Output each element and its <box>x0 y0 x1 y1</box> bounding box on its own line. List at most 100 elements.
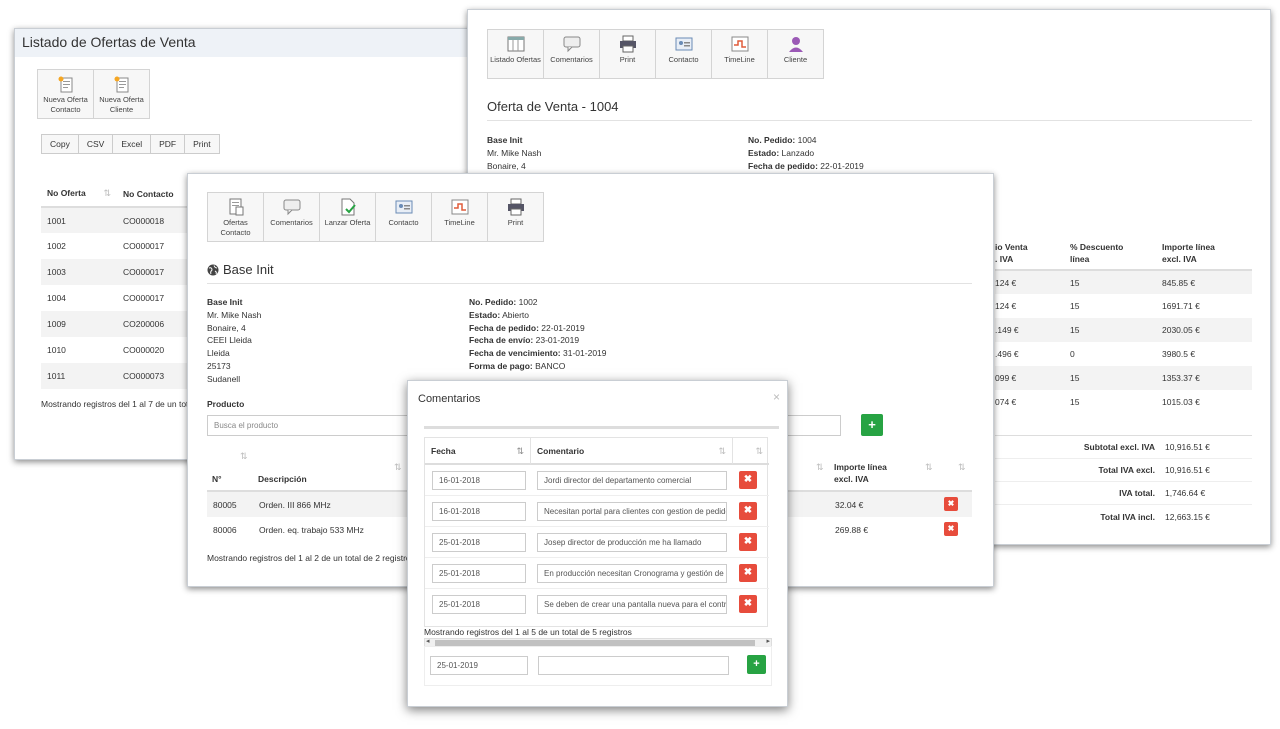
pdf-button[interactable]: PDF <box>151 134 186 154</box>
contact-offers-button[interactable]: Ofertas Contacto <box>207 192 264 242</box>
delete-comment-button[interactable]: ✖ <box>739 502 757 520</box>
contact-address: Base Init Mr. Mike Nash Bonaire, 4 CEEI … <box>207 297 262 384</box>
table-row[interactable]: 099 €15 1353.37 € <box>995 366 1252 390</box>
col-discount[interactable]: % Descuento línea <box>1070 236 1162 270</box>
offer-totals: Subtotal excl. IVA 10,916.51 € Total IVA … <box>995 435 1252 528</box>
comment-text-input[interactable]: Necesitan portal para clientes con gesti… <box>537 502 727 521</box>
sort-icon: ⇅ <box>240 451 248 461</box>
sort-icon: ⇅ <box>718 446 726 456</box>
delete-comment-button[interactable]: ✖ <box>739 471 757 489</box>
table-row[interactable]: 16-01-2018 Jordi director del departamen… <box>425 465 769 496</box>
contact-comments-button[interactable]: Comentarios <box>263 192 320 242</box>
sort-icon: ⇅ <box>394 462 402 472</box>
table-row[interactable]: 25-01-2018 Se deben de crear una pantall… <box>425 589 769 620</box>
contact-lines-footer: Mostrando registros del 1 al 2 de un tot… <box>207 553 415 563</box>
table-row[interactable]: 124 €15 1691.71 € <box>995 294 1252 318</box>
offer-lines-table: io Venta. IVA % Descuento línea Importe l… <box>995 236 1252 414</box>
list-offers-button[interactable]: Listado Ofertas <box>487 29 544 79</box>
sort-icon: ⇅ <box>755 446 763 456</box>
delete-comment-button[interactable]: ✖ <box>739 564 757 582</box>
comment-icon <box>283 199 300 216</box>
delete-comment-button[interactable]: ✖ <box>739 595 757 613</box>
col-desc-header[interactable]: Descripción <box>258 474 307 484</box>
sort-asc-icon: ⇅ <box>103 188 111 198</box>
new-offer-client-button[interactable]: Nueva Oferta Cliente <box>93 69 150 119</box>
comments-footer: Mostrando registros del 1 al 5 de un tot… <box>424 627 632 637</box>
comment-text-input[interactable]: En producción necesitan Cronograma y ges… <box>537 564 727 583</box>
new-comment-text-input[interactable] <box>538 656 729 675</box>
new-comment-date-input[interactable]: 25-01-2019 <box>430 656 528 675</box>
table-row[interactable]: 25-01-2018 En producción necesitan Crono… <box>425 558 769 589</box>
col-importe-header[interactable]: Importe línea excl. IVA <box>834 461 887 485</box>
print-button[interactable]: Print <box>185 134 220 154</box>
add-product-button[interactable]: + <box>861 414 883 436</box>
contact-card-icon <box>675 37 692 51</box>
comment-text-input[interactable]: Se deben de crear una pantalla nueva par… <box>537 595 727 614</box>
comment-date-input[interactable]: 25-01-2018 <box>432 533 526 552</box>
timeline-icon <box>731 36 748 52</box>
table-row[interactable]: .149 €15 2030.05 € <box>995 318 1252 342</box>
offers-icon <box>229 198 243 216</box>
export-buttons: Copy CSV Excel PDF Print <box>41 134 220 154</box>
comments-dialog: Comentarios × Fecha ⇅ Comentario ⇅ ⇅ 16-01… <box>407 380 788 707</box>
add-comment-button[interactable]: + <box>747 655 766 674</box>
new-offer-contact-button[interactable]: Nueva Oferta Contacto <box>37 69 94 119</box>
csv-button[interactable]: CSV <box>78 134 114 154</box>
contact-card-button[interactable]: Contacto <box>375 192 432 242</box>
col-fecha[interactable]: Fecha ⇅ <box>425 438 531 465</box>
globe-icon <box>207 264 219 275</box>
list-title-bar: Listado de Ofertas de Venta <box>15 29 475 57</box>
print-offer-button[interactable]: Print <box>599 29 656 79</box>
contact-print-button[interactable]: Print <box>487 192 544 242</box>
table-row[interactable]: 16-01-2018 Necesitan portal para cliente… <box>425 496 769 527</box>
excel-button[interactable]: Excel <box>113 134 152 154</box>
comment-text-input[interactable]: Josep director de producción me ha llama… <box>537 533 727 552</box>
offer-order-info: No. Pedido: 1004 Estado: Lanzado Fecha d… <box>748 135 864 171</box>
scroll-left-arrow[interactable]: ◂ <box>426 637 430 645</box>
table-row[interactable]: 25-01-2018 Josep director de producción … <box>425 527 769 558</box>
sort-icon: ⇅ <box>958 462 966 472</box>
new-offer-icon <box>114 76 128 93</box>
delete-comment-button[interactable]: ✖ <box>739 533 757 551</box>
list-icon <box>507 36 524 52</box>
delete-line-button[interactable]: ✖ <box>944 522 958 536</box>
col-line-amount[interactable]: Importe línea excl. IVA <box>1162 236 1252 270</box>
table-row[interactable]: 074 €15 1015.03 € <box>995 390 1252 414</box>
delete-line-button[interactable]: ✖ <box>944 497 958 511</box>
offer-toolbar: Listado Ofertas Comentarios Print Contac… <box>487 29 824 79</box>
col-comentario[interactable]: Comentario ⇅ <box>531 438 733 465</box>
printer-icon <box>619 35 636 53</box>
table-row[interactable]: 124 €15 845.85 € <box>995 270 1252 294</box>
new-comment-row: 25-01-2019 + <box>424 646 772 686</box>
table-row[interactable]: .496 €0 3980.5 € <box>995 342 1252 366</box>
col-unit-price[interactable]: io Venta. IVA <box>995 236 1070 270</box>
contact-order-info: No. Pedido: 1002 Estado: Abierto Fecha d… <box>469 297 607 371</box>
contact-toolbar: Ofertas Contacto Comentarios Lanzar Ofer… <box>207 192 544 242</box>
comment-icon <box>563 36 580 53</box>
col-no-oferta[interactable]: No Oferta ⇅ <box>41 181 117 207</box>
contact-button[interactable]: Contacto <box>655 29 712 79</box>
sort-icon: ⇅ <box>816 462 824 472</box>
close-icon[interactable]: × <box>773 390 780 404</box>
contact-title: Base Init <box>207 262 274 277</box>
comment-date-input[interactable]: 25-01-2018 <box>432 595 526 614</box>
offer-address: Base Init Mr. Mike Nash Bonaire, 4 <box>487 135 542 171</box>
printer-icon <box>507 198 524 216</box>
new-offer-icon <box>58 76 72 93</box>
scroll-right-arrow[interactable]: ▸ <box>766 637 770 645</box>
comment-date-input[interactable]: 16-01-2018 <box>432 471 526 490</box>
copy-button[interactable]: Copy <box>41 134 79 154</box>
client-button[interactable]: Cliente <box>767 29 824 79</box>
contact-timeline-button[interactable]: TimeLine <box>431 192 488 242</box>
sort-asc-icon: ⇅ <box>516 446 524 456</box>
timeline-button[interactable]: TimeLine <box>711 29 768 79</box>
timeline-icon <box>451 199 468 215</box>
product-label: Producto <box>207 399 245 409</box>
list-title: Listado de Ofertas de Venta <box>22 34 196 50</box>
list-footer: Mostrando registros del 1 al 7 de un tot… <box>41 399 196 409</box>
comment-date-input[interactable]: 25-01-2018 <box>432 564 526 583</box>
launch-offer-button[interactable]: Lanzar Oferta <box>319 192 376 242</box>
comment-date-input[interactable]: 16-01-2018 <box>432 502 526 521</box>
comment-text-input[interactable]: Jordi director del departamento comercia… <box>537 471 727 490</box>
comments-button[interactable]: Comentarios <box>543 29 600 79</box>
